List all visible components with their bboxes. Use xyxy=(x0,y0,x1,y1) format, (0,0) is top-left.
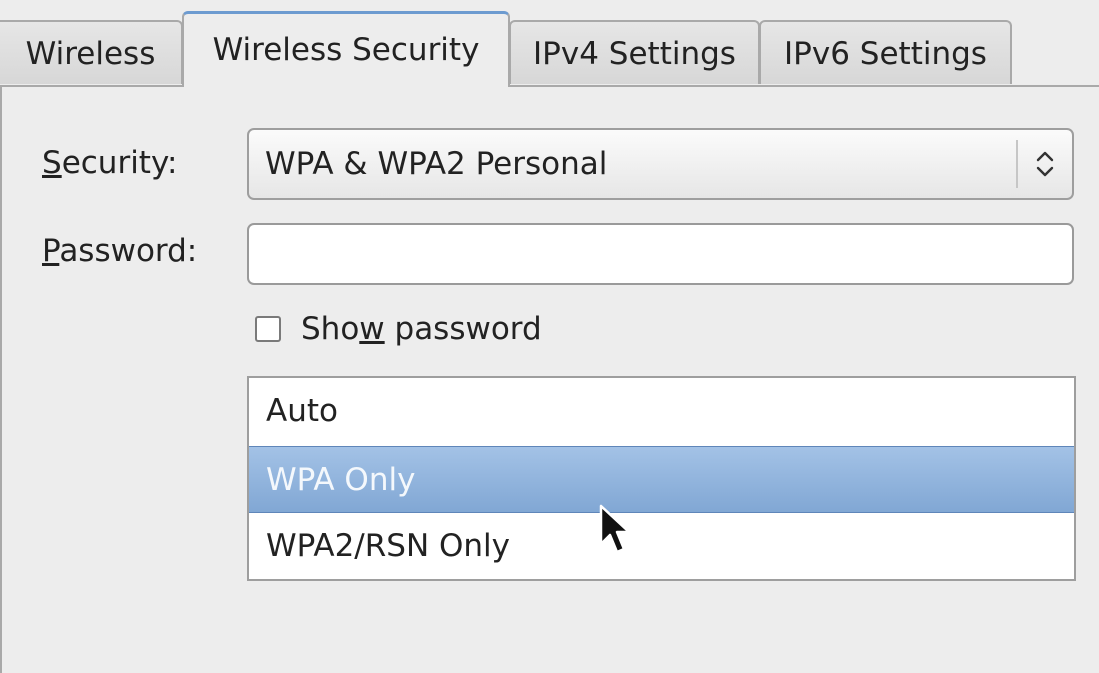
show-password-label-end: password xyxy=(384,311,542,347)
tab-strip: Wireless Wireless Security IPv4 Settings… xyxy=(0,0,1099,87)
updown-arrows-icon xyxy=(1036,151,1054,177)
security-combo-value: WPA & WPA2 Personal xyxy=(265,146,608,182)
password-label: Password: xyxy=(42,233,197,269)
tab-wireless-security[interactable]: Wireless Security xyxy=(182,11,510,87)
combo-separator xyxy=(1016,140,1018,188)
list-item-wpa2-rsn-only[interactable]: WPA2/RSN Only xyxy=(249,513,1074,580)
security-label: Security: xyxy=(42,145,178,181)
show-password-label[interactable]: Show password xyxy=(301,311,542,347)
show-password-label-start: Sho xyxy=(301,311,360,347)
list-item-wpa-only[interactable]: WPA Only xyxy=(249,446,1074,513)
password-label-mnemonic: P xyxy=(42,233,60,269)
tab-ipv6-settings[interactable]: IPv6 Settings xyxy=(759,20,1012,84)
security-combo[interactable]: WPA & WPA2 Personal xyxy=(247,128,1074,200)
wireless-security-panel: Security: WPA & WPA2 Personal Password: … xyxy=(0,85,1099,673)
list-item-auto[interactable]: Auto xyxy=(249,378,1074,445)
password-label-text: assword: xyxy=(59,233,198,269)
show-password-checkbox[interactable] xyxy=(255,316,281,342)
connection-editor: Wireless Wireless Security IPv4 Settings… xyxy=(0,0,1099,673)
tab-ipv4-settings[interactable]: IPv4 Settings xyxy=(509,20,760,84)
wpa-mode-list: Auto WPA Only WPA2/RSN Only xyxy=(247,376,1076,581)
show-password-label-mnemonic: w xyxy=(359,311,385,347)
password-input[interactable] xyxy=(247,223,1074,285)
security-label-mnemonic: S xyxy=(42,145,62,181)
security-label-text: ecurity: xyxy=(61,145,178,181)
tab-wireless[interactable]: Wireless xyxy=(0,20,183,84)
